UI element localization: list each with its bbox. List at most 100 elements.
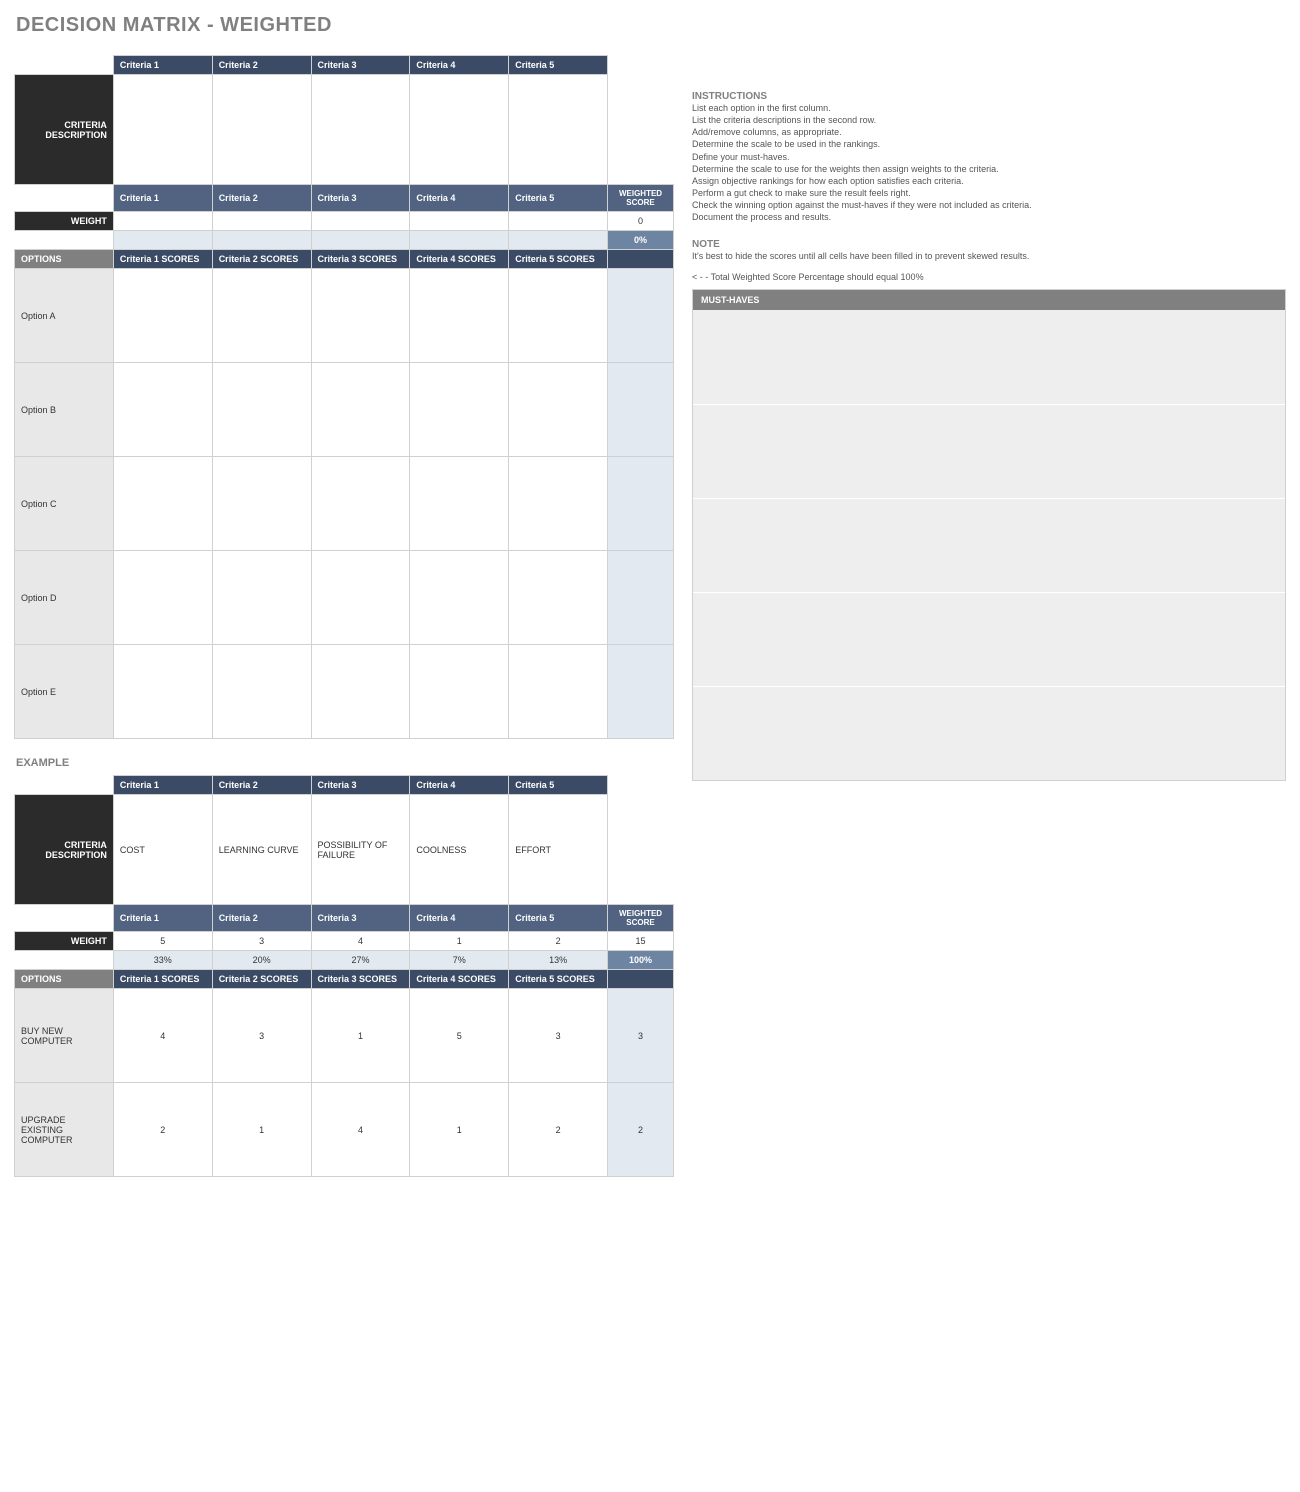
criteria-description-cell[interactable] (509, 75, 608, 185)
weight-pct-total: 0% (608, 231, 674, 250)
score-cell[interactable] (113, 269, 212, 363)
must-have-cell[interactable] (693, 404, 1285, 498)
example-description-cell: COST (113, 795, 212, 905)
must-have-cell[interactable] (693, 592, 1285, 686)
weight-pct-cell (311, 231, 410, 250)
instructions-title: INSTRUCTIONS (692, 91, 1286, 102)
example-weight-cell: 2 (509, 932, 608, 951)
instruction-line: Perform a gut check to make sure the res… (692, 187, 1286, 199)
weight-cell[interactable] (113, 212, 212, 231)
instruction-line: Assign objective rankings for how each o… (692, 175, 1286, 187)
score-cell: 1 (410, 1083, 509, 1177)
score-cell[interactable] (113, 551, 212, 645)
option-label: Option D (15, 551, 114, 645)
score-cell[interactable] (212, 363, 311, 457)
criteria-header-2: Criteria 1 (113, 185, 212, 212)
decision-matrix-table: Criteria 1 Criteria 2 Criteria 3 Criteri… (14, 55, 674, 739)
weight-cell[interactable] (410, 212, 509, 231)
must-have-cell[interactable] (693, 498, 1285, 592)
score-cell: 1 (311, 989, 410, 1083)
example-description-cell: POSSIBILITY OF FAILURE (311, 795, 410, 905)
instruction-line: List each option in the first column. (692, 102, 1286, 114)
score-cell[interactable] (212, 645, 311, 739)
criteria-description-label: CRITERIA DESCRIPTION (15, 795, 114, 905)
weighted-score-cell (608, 551, 674, 645)
score-header: Criteria 4 SCORES (410, 970, 509, 989)
score-header: Criteria 4 SCORES (410, 250, 509, 269)
score-cell[interactable] (113, 645, 212, 739)
criteria-header: Criteria 4 (410, 56, 509, 75)
weight-cell[interactable] (212, 212, 311, 231)
weight-pct-cell (212, 231, 311, 250)
weighted-score-cell (608, 363, 674, 457)
criteria-header-2: Criteria 3 (311, 185, 410, 212)
example-description-cell: COOLNESS (410, 795, 509, 905)
score-cell[interactable] (311, 363, 410, 457)
weight-total: 0 (608, 212, 674, 231)
weighted-score-header: WEIGHTED SCORE (608, 905, 674, 932)
score-cell[interactable] (113, 457, 212, 551)
example-title: EXAMPLE (16, 757, 674, 769)
score-cell[interactable] (212, 457, 311, 551)
criteria-header: Criteria 4 (410, 776, 509, 795)
example-weight-pct-cell: 13% (509, 951, 608, 970)
score-header: Criteria 2 SCORES (212, 250, 311, 269)
score-cell[interactable] (509, 645, 608, 739)
instruction-line: Determine the scale to be used in the ra… (692, 138, 1286, 150)
score-cell: 3 (509, 989, 608, 1083)
example-weight-cell: 3 (212, 932, 311, 951)
example-weight-pct-cell: 27% (311, 951, 410, 970)
score-cell[interactable] (311, 457, 410, 551)
option-label: Option A (15, 269, 114, 363)
criteria-description-cell[interactable] (113, 75, 212, 185)
score-cell[interactable] (311, 645, 410, 739)
score-header: Criteria 5 SCORES (509, 250, 608, 269)
example-weight-total: 15 (608, 932, 674, 951)
weight-pct-cell (113, 231, 212, 250)
instruction-line: Define your must-haves. (692, 151, 1286, 163)
criteria-header: Criteria 1 (113, 56, 212, 75)
example-description-cell: EFFORT (509, 795, 608, 905)
score-cell[interactable] (113, 363, 212, 457)
criteria-header-2: Criteria 4 (410, 185, 509, 212)
score-header: Criteria 3 SCORES (311, 970, 410, 989)
weight-label: WEIGHT (15, 932, 114, 951)
table-row: UPGRADE EXISTING COMPUTER214122 (15, 1083, 674, 1177)
score-cell[interactable] (410, 363, 509, 457)
option-label: Option E (15, 645, 114, 739)
criteria-description-cell[interactable] (212, 75, 311, 185)
must-have-cell[interactable] (693, 310, 1285, 404)
options-label: OPTIONS (15, 250, 114, 269)
score-cell[interactable] (311, 269, 410, 363)
score-cell[interactable] (509, 457, 608, 551)
weighted-score-cell: 3 (608, 989, 674, 1083)
instruction-line: Determine the scale to use for the weigh… (692, 163, 1286, 175)
score-cell[interactable] (410, 457, 509, 551)
score-cell[interactable] (212, 551, 311, 645)
criteria-header: Criteria 1 (113, 776, 212, 795)
criteria-description-cell[interactable] (311, 75, 410, 185)
weighted-score-cell: 2 (608, 1083, 674, 1177)
weighted-score-cell (608, 645, 674, 739)
example-matrix-table: Criteria 1 Criteria 2 Criteria 3 Criteri… (14, 775, 674, 1177)
criteria-header-2: Criteria 2 (212, 185, 311, 212)
weight-label: WEIGHT (15, 212, 114, 231)
score-cell[interactable] (410, 551, 509, 645)
must-have-cell[interactable] (693, 686, 1285, 780)
weight-cell[interactable] (311, 212, 410, 231)
note-text: It's best to hide the scores until all c… (692, 250, 1286, 262)
score-cell[interactable] (509, 551, 608, 645)
criteria-header: Criteria 5 (509, 776, 608, 795)
score-cell[interactable] (509, 363, 608, 457)
weighted-score-header: WEIGHTED SCORE (608, 185, 674, 212)
weight-cell[interactable] (509, 212, 608, 231)
criteria-description-cell[interactable] (410, 75, 509, 185)
score-cell[interactable] (410, 269, 509, 363)
score-cell[interactable] (311, 551, 410, 645)
score-header: Criteria 1 SCORES (113, 970, 212, 989)
criteria-header-2: Criteria 5 (509, 905, 608, 932)
table-row: Option A (15, 269, 674, 363)
score-cell[interactable] (212, 269, 311, 363)
score-cell[interactable] (410, 645, 509, 739)
score-cell[interactable] (509, 269, 608, 363)
